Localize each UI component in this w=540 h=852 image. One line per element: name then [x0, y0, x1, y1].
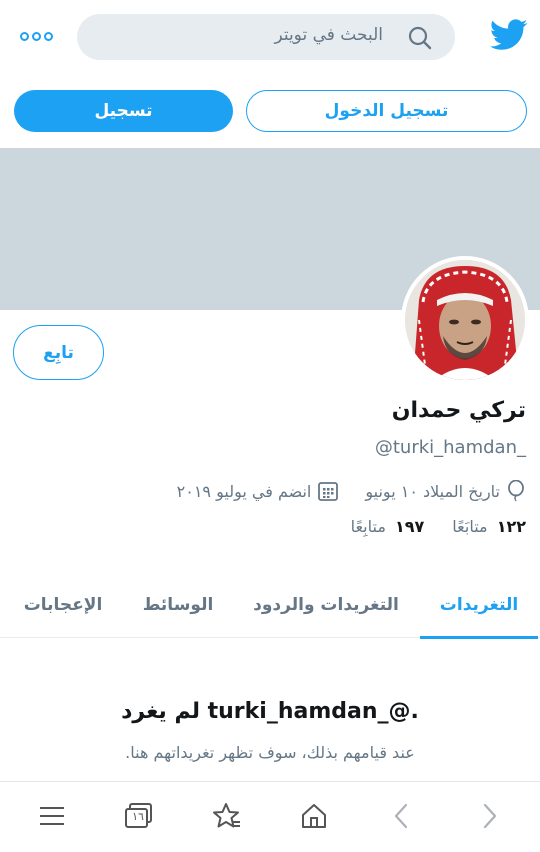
following-count[interactable]: ١٢٢ متابَعًا	[452, 517, 526, 536]
joined-info: انضم في يوليو ٢٠١٩	[177, 480, 340, 502]
follow-button[interactable]: تابِع	[13, 325, 104, 380]
back-arrow-icon[interactable]	[386, 800, 418, 832]
tab-tweets-replies[interactable]: التغريدات والردود	[240, 572, 412, 638]
birthday-text: تاريخ الميلاد ١٠ يونيو	[365, 481, 500, 501]
empty-state-title: لم يغرد turki_hamdan_@.	[121, 699, 419, 724]
tab-media[interactable]: الوسائط	[128, 572, 228, 638]
birthday-info: تاريخ الميلاد ١٠ يونيو	[365, 480, 526, 502]
profile-tabs: التغريدات التغريدات والردود الوسائط الإع…	[0, 572, 540, 639]
top-bar: البحث في تويتر	[0, 0, 540, 76]
follow-counts: ١٢٢ متابَعًا ١٩٧ متابِعًا	[351, 517, 526, 536]
tabs-icon[interactable]: ١٦	[123, 800, 155, 832]
display-name: تركي حمدان	[391, 398, 526, 423]
forward-arrow-icon[interactable]	[473, 800, 505, 832]
joined-text: انضم في يوليو ٢٠١٩	[176, 481, 312, 501]
auth-buttons: تسجيل تسجيل الدخول	[0, 88, 540, 136]
user-handle: @turki_hamdan_	[374, 437, 526, 458]
calendar-icon	[318, 482, 339, 501]
login-button[interactable]: تسجيل الدخول	[246, 90, 527, 132]
followers-number: ١٩٧	[394, 517, 425, 536]
bottom-navigation: ١٦	[0, 781, 540, 852]
more-options-icon[interactable]	[18, 26, 54, 46]
empty-state-subtitle: عند قيامهم بذلك، سوف تظهر تغريداتهم هنا.	[125, 743, 415, 762]
search-input[interactable]: البحث في تويتر	[77, 14, 455, 60]
avatar-image	[405, 260, 525, 380]
tab-tweets[interactable]: التغريدات	[420, 572, 538, 639]
bookmark-star-icon[interactable]	[211, 800, 243, 832]
tab-likes[interactable]: الإعجابات	[10, 572, 116, 638]
following-label: متابَعًا	[452, 517, 488, 536]
search-placeholder: البحث في تويتر	[274, 25, 383, 45]
signup-button[interactable]: تسجيل	[14, 90, 233, 132]
avatar[interactable]	[401, 256, 529, 384]
followers-label: متابِعًا	[350, 517, 386, 536]
profile-meta: تاريخ الميلاد ١٠ يونيو انضم في يوليو ٢٠١…	[177, 478, 526, 504]
balloon-icon	[508, 480, 524, 502]
followers-count[interactable]: ١٩٧ متابِعًا	[351, 517, 425, 536]
search-icon	[408, 26, 432, 50]
twitter-bird-icon[interactable]	[490, 18, 528, 52]
tabs-count: ١٦	[132, 810, 144, 823]
following-number: ١٢٢	[496, 517, 526, 536]
menu-icon[interactable]	[36, 800, 68, 832]
home-icon[interactable]	[298, 800, 330, 832]
